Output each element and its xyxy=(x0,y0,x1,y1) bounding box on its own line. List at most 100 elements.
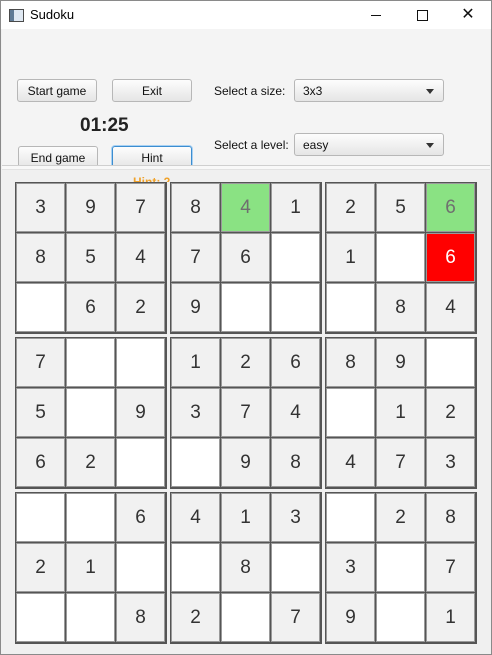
sudoku-cell[interactable] xyxy=(271,543,320,592)
sudoku-cell[interactable]: 7 xyxy=(376,438,425,487)
sudoku-cell[interactable]: 2 xyxy=(426,388,475,437)
sudoku-cell[interactable] xyxy=(171,438,220,487)
sudoku-cell[interactable]: 4 xyxy=(271,388,320,437)
timer-display: 01:25 xyxy=(80,115,129,136)
level-select-value: easy xyxy=(303,138,329,152)
sudoku-cell[interactable] xyxy=(326,388,375,437)
chevron-down-icon xyxy=(426,89,434,94)
sudoku-cell[interactable]: 2 xyxy=(66,438,115,487)
sudoku-cell[interactable]: 7 xyxy=(271,593,320,642)
sudoku-block: 75 9 62 xyxy=(15,337,167,489)
level-select[interactable]: easy xyxy=(294,133,444,156)
sudoku-cell[interactable]: 8 xyxy=(171,183,220,232)
sudoku-cell[interactable] xyxy=(271,283,320,332)
sudoku-cell[interactable]: 8 xyxy=(426,493,475,542)
sudoku-block: 126 37498 xyxy=(170,337,322,489)
sudoku-cell[interactable]: 4 xyxy=(171,493,220,542)
app-icon xyxy=(9,9,24,22)
sudoku-cell[interactable]: 8 xyxy=(116,593,165,642)
maximize-button[interactable] xyxy=(399,1,445,29)
sudoku-cell[interactable]: 4 xyxy=(326,438,375,487)
start-game-button[interactable]: Start game xyxy=(17,79,97,102)
sudoku-cell[interactable]: 5 xyxy=(16,388,65,437)
sudoku-cell[interactable]: 2 xyxy=(16,543,65,592)
sudoku-cell[interactable]: 2 xyxy=(221,338,270,387)
sudoku-cell[interactable]: 1 xyxy=(221,493,270,542)
sudoku-cell[interactable]: 7 xyxy=(116,183,165,232)
sudoku-cell[interactable]: 7 xyxy=(221,388,270,437)
sudoku-cell[interactable]: 2 xyxy=(116,283,165,332)
sudoku-cell[interactable] xyxy=(326,283,375,332)
sudoku-cell[interactable]: 8 xyxy=(326,338,375,387)
sudoku-block: 841 769 xyxy=(170,182,322,334)
sudoku-cell[interactable]: 7 xyxy=(426,543,475,592)
sudoku-cell[interactable]: 5 xyxy=(66,233,115,282)
sudoku-cell[interactable]: 7 xyxy=(171,233,220,282)
sudoku-cell[interactable]: 1 xyxy=(171,338,220,387)
size-select[interactable]: 3x3 xyxy=(294,79,444,102)
sudoku-cell[interactable]: 2 xyxy=(171,593,220,642)
sudoku-cell[interactable] xyxy=(66,593,115,642)
sudoku-cell[interactable] xyxy=(116,543,165,592)
sudoku-cell[interactable] xyxy=(116,338,165,387)
sudoku-cell[interactable]: 4 xyxy=(221,183,270,232)
sudoku-cell[interactable]: 3 xyxy=(271,493,320,542)
sudoku-cell[interactable]: 3 xyxy=(171,388,220,437)
sudoku-cell[interactable]: 9 xyxy=(326,593,375,642)
sudoku-cell[interactable]: 2 xyxy=(376,493,425,542)
sudoku-cell[interactable] xyxy=(376,593,425,642)
sudoku-cell[interactable]: 3 xyxy=(426,438,475,487)
sudoku-cell[interactable] xyxy=(221,593,270,642)
sudoku-cell[interactable] xyxy=(66,493,115,542)
sudoku-cell[interactable] xyxy=(16,493,65,542)
sudoku-cell[interactable]: 6 xyxy=(116,493,165,542)
sudoku-cell[interactable]: 6 xyxy=(271,338,320,387)
size-select-value: 3x3 xyxy=(303,84,323,98)
sudoku-cell[interactable] xyxy=(271,233,320,282)
sudoku-cell[interactable]: 9 xyxy=(171,283,220,332)
sudoku-cell[interactable] xyxy=(16,283,65,332)
sudoku-cell[interactable] xyxy=(376,233,425,282)
sudoku-cell[interactable]: 9 xyxy=(116,388,165,437)
sudoku-cell[interactable]: 9 xyxy=(221,438,270,487)
sudoku-cell[interactable]: 4 xyxy=(426,283,475,332)
close-icon: ✕ xyxy=(461,6,475,23)
sudoku-cell[interactable]: 7 xyxy=(16,338,65,387)
sudoku-cell[interactable] xyxy=(171,543,220,592)
sudoku-cell[interactable]: 8 xyxy=(16,233,65,282)
sudoku-cell[interactable]: 9 xyxy=(376,338,425,387)
sudoku-cell[interactable]: 3 xyxy=(16,183,65,232)
sudoku-cell[interactable]: 1 xyxy=(326,233,375,282)
sudoku-cell[interactable]: 6 xyxy=(16,438,65,487)
sudoku-cell[interactable]: 6 xyxy=(221,233,270,282)
sudoku-cell[interactable] xyxy=(66,338,115,387)
sudoku-cell[interactable]: 6 xyxy=(426,183,475,232)
sudoku-cell[interactable]: 4 xyxy=(116,233,165,282)
close-button[interactable]: ✕ xyxy=(445,1,491,29)
sudoku-cell[interactable]: 8 xyxy=(376,283,425,332)
sudoku-cell[interactable]: 8 xyxy=(271,438,320,487)
sudoku-cell[interactable] xyxy=(376,543,425,592)
title-bar[interactable]: Sudoku ✕ xyxy=(1,1,491,29)
sudoku-cell[interactable] xyxy=(66,388,115,437)
sudoku-cell[interactable] xyxy=(426,338,475,387)
sudoku-cell[interactable]: 1 xyxy=(376,388,425,437)
minimize-button[interactable] xyxy=(353,1,399,29)
sudoku-cell[interactable]: 5 xyxy=(376,183,425,232)
exit-button[interactable]: Exit xyxy=(112,79,192,102)
sudoku-cell[interactable] xyxy=(326,493,375,542)
sudoku-block: 2561684 xyxy=(325,182,477,334)
sudoku-cell[interactable]: 1 xyxy=(271,183,320,232)
sudoku-cell[interactable] xyxy=(221,283,270,332)
sudoku-cell[interactable]: 6 xyxy=(66,283,115,332)
sudoku-cell[interactable]: 1 xyxy=(66,543,115,592)
sudoku-cell[interactable]: 6 xyxy=(426,233,475,282)
sudoku-cell[interactable]: 1 xyxy=(426,593,475,642)
sudoku-cell[interactable]: 3 xyxy=(326,543,375,592)
sudoku-cell[interactable] xyxy=(116,438,165,487)
sudoku-cell[interactable]: 2 xyxy=(326,183,375,232)
sudoku-cell[interactable]: 8 xyxy=(221,543,270,592)
sudoku-cell[interactable]: 9 xyxy=(66,183,115,232)
sudoku-cell[interactable] xyxy=(16,593,65,642)
sudoku-window: Sudoku ✕ Start game Exit End game Hint 0… xyxy=(0,0,492,655)
